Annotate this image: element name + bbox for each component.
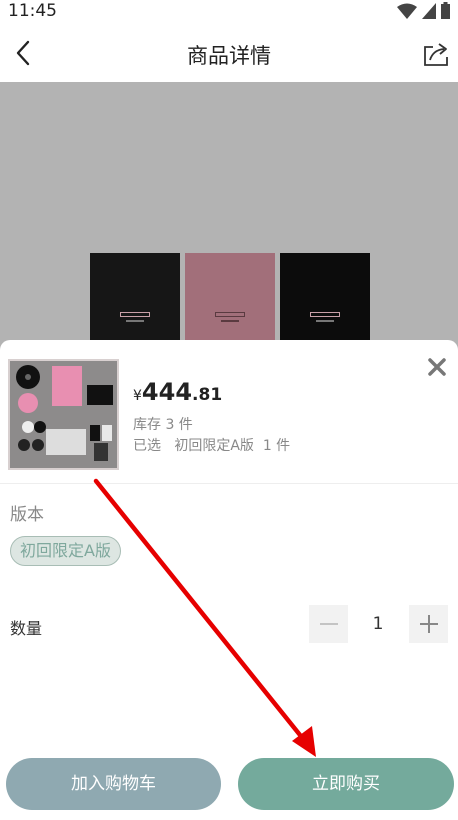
sku-bottom-sheet: ¥444.81 库存 3 件 已选 初回限定A版 1 件 版本 初回限定A版 数… <box>0 340 458 820</box>
divider <box>0 483 458 484</box>
add-to-cart-button[interactable]: 加入购物车 <box>6 758 221 810</box>
album-cover-black <box>90 253 180 343</box>
wifi-icon <box>397 3 417 19</box>
status-bar: 11:45 <box>0 0 458 24</box>
signal-icon <box>422 2 436 19</box>
page-title: 商品详情 <box>187 44 271 68</box>
battery-icon <box>441 2 450 19</box>
plus-icon <box>419 615 438 633</box>
status-time: 11:45 <box>8 1 57 21</box>
album-cover-black-2 <box>280 253 370 343</box>
quantity-value[interactable]: 1 <box>358 614 398 634</box>
product-image-area <box>0 82 458 362</box>
quantity-increase-button[interactable] <box>409 605 448 643</box>
product-thumbnail <box>8 359 119 470</box>
quantity-decrease-button[interactable] <box>309 605 348 643</box>
product-thumbnail-art <box>10 361 117 468</box>
version-label: 版本 <box>10 505 44 525</box>
stock-text: 库存 3 件 <box>133 417 193 433</box>
share-icon[interactable] <box>422 40 450 68</box>
album-cover-pink <box>185 253 275 343</box>
price-decimal: .81 <box>192 385 223 405</box>
nav-bar: 商品详情 <box>0 24 458 82</box>
version-option-chip[interactable]: 初回限定A版 <box>10 536 121 566</box>
minus-icon <box>319 623 338 625</box>
buy-now-button[interactable]: 立即购买 <box>238 758 454 810</box>
selected-variant-text: 已选 初回限定A版 1 件 <box>133 438 291 454</box>
price: ¥444.81 <box>133 378 222 406</box>
price-currency: ¥ <box>133 388 142 404</box>
price-integer: 444 <box>141 378 193 406</box>
quantity-label: 数量 <box>10 619 43 638</box>
status-icons <box>397 2 450 19</box>
close-icon[interactable] <box>426 356 448 378</box>
